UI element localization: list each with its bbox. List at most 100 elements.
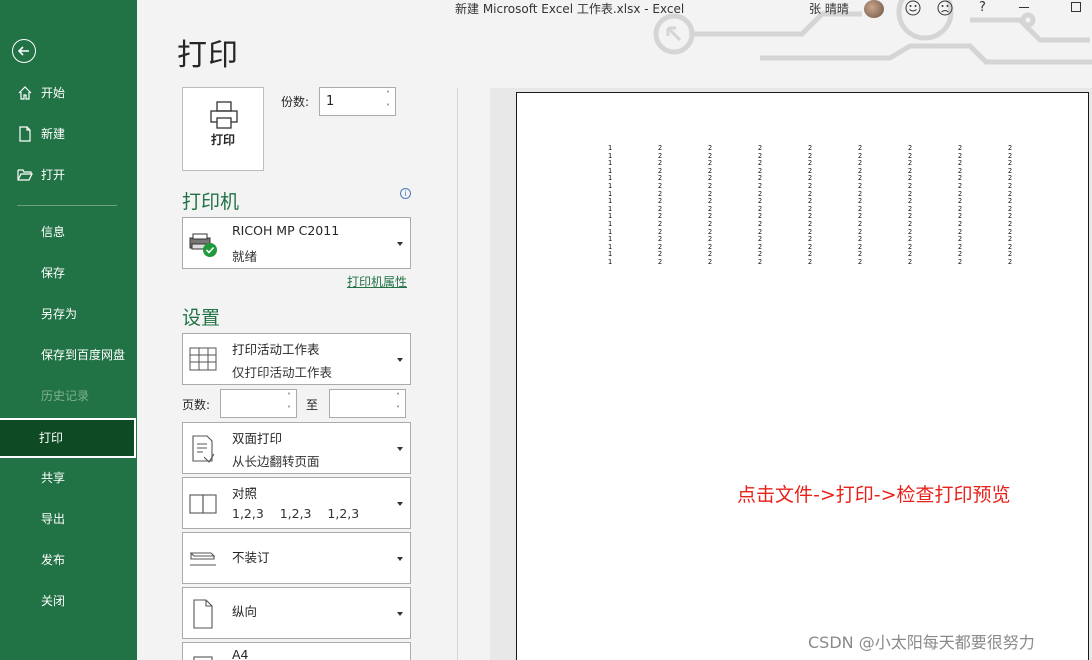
window-title: 新建 Microsoft Excel 工作表.xlsx - Excel — [455, 2, 685, 16]
chevron-down-icon[interactable]: ˅ — [396, 405, 400, 414]
nav-item-history: 历史记录 — [0, 376, 137, 416]
pages-to-stepper[interactable]: ˄ ˅ — [329, 389, 406, 418]
printer-icon — [210, 101, 238, 129]
preview-data-column: 2222222222222222 — [757, 144, 763, 266]
collate-pages-icon — [189, 494, 217, 514]
copies-value: 1 — [326, 94, 335, 109]
worksheet-grid-icon — [189, 347, 217, 371]
chevron-up-icon[interactable]: ˄ — [396, 392, 400, 401]
nav-item-label: 新建 — [41, 127, 66, 141]
print-preview-page: 1111111111111111 2222222222222222 22222222… — [516, 92, 1089, 660]
pages-from-stepper[interactable]: ˄ ˅ — [220, 389, 297, 418]
dropdown-caret-icon — [397, 612, 403, 616]
minimize-button[interactable] — [1019, 7, 1029, 8]
nav-item-close[interactable]: 关闭 — [0, 581, 137, 621]
avatar[interactable] — [864, 0, 884, 18]
pages-label: 页数: — [182, 398, 211, 412]
preview-data-column: 2222222222222222 — [907, 144, 913, 266]
page-title: 打印 — [177, 38, 239, 73]
printer-properties-link[interactable]: 打印机属性 — [347, 273, 407, 290]
printer-name: RICOH MP C2011 — [232, 223, 340, 238]
nav-item-save[interactable]: 保存 — [0, 253, 137, 293]
stapler-icon — [189, 552, 216, 566]
dropdown-caret-icon — [397, 242, 403, 246]
nav-item-publish[interactable]: 发布 — [0, 540, 137, 580]
duplex-dropdown[interactable]: 双面打印 从长边翻转页面 — [182, 422, 411, 474]
nav-item-save-as[interactable]: 另存为 — [0, 294, 137, 334]
chevron-up-icon[interactable]: ˄ — [386, 90, 390, 99]
dropdown-caret-icon — [397, 358, 403, 362]
print-what-dropdown[interactable]: 打印活动工作表 仅打印活动工作表 — [182, 333, 411, 385]
nav-item-label: 开始 — [41, 86, 66, 100]
preview-data-column: 2222222222222222 — [857, 144, 863, 266]
paper-size-dropdown[interactable]: A4 — [182, 642, 411, 660]
collate-dropdown[interactable]: 对照 1,2,3 1,2,3 1,2,3 — [182, 477, 411, 529]
settings-section-title: 设置 — [182, 307, 221, 329]
nav-item-label: 保存到百度网盘 — [41, 348, 126, 362]
preview-data-column: 2222222222222222 — [807, 144, 813, 266]
duplex-value: 双面打印 — [232, 431, 283, 446]
orientation-dropdown[interactable]: 纵向 — [182, 587, 411, 639]
info-icon[interactable]: i — [400, 188, 411, 199]
nav-item-label: 打开 — [41, 168, 66, 182]
duplex-page-icon — [192, 435, 215, 463]
help-button[interactable]: ? — [979, 0, 986, 15]
nav-item-label: 信息 — [41, 225, 66, 239]
collate-description: 1,2,3 1,2,3 1,2,3 — [232, 506, 360, 521]
print-what-description: 仅打印活动工作表 — [232, 365, 333, 380]
panel-divider — [457, 88, 458, 660]
orientation-value: 纵向 — [232, 604, 258, 619]
maximize-button[interactable] — [1071, 2, 1081, 12]
nav-item-new[interactable]: 新建 — [0, 114, 137, 154]
print-button[interactable]: 打印 — [182, 87, 264, 171]
dropdown-caret-icon — [397, 502, 403, 506]
sidebar-divider — [17, 205, 117, 206]
dropdown-caret-icon — [397, 447, 403, 451]
pages-to-label: 至 — [306, 398, 319, 412]
copies-label: 份数: — [281, 95, 310, 109]
printer-section-title: 打印机 — [182, 191, 240, 213]
nav-item-open[interactable]: 打开 — [0, 155, 137, 195]
print-what-value: 打印活动工作表 — [232, 342, 320, 357]
nav-item-share[interactable]: 共享 — [0, 458, 137, 498]
nav-item-label: 历史记录 — [41, 389, 90, 403]
preview-data-column: 1111111111111111 — [607, 144, 613, 266]
chevron-up-icon[interactable]: ˄ — [287, 392, 291, 401]
nav-item-label: 发布 — [41, 553, 66, 567]
duplex-description: 从长边翻转页面 — [232, 454, 320, 469]
frown-feedback-icon[interactable] — [937, 0, 953, 16]
nav-item-export[interactable]: 导出 — [0, 499, 137, 539]
portrait-page-icon — [193, 599, 213, 629]
new-document-icon — [19, 126, 31, 142]
nav-item-label: 关闭 — [41, 594, 66, 608]
staple-dropdown[interactable]: 不装订 — [182, 532, 411, 584]
preview-data-column: 2222222222222222 — [707, 144, 713, 266]
back-arrow-icon[interactable] — [12, 39, 36, 63]
nav-item-label: 打印 — [39, 431, 64, 445]
smile-feedback-icon[interactable] — [905, 0, 921, 16]
collate-value: 对照 — [232, 486, 258, 501]
nav-item-info[interactable]: 信息 — [0, 212, 137, 252]
open-folder-icon — [17, 169, 33, 181]
nav-item-label: 共享 — [41, 471, 66, 485]
nav-item-save-to-baidu[interactable]: 保存到百度网盘 — [0, 335, 137, 375]
nav-item-print[interactable]: 打印 — [0, 418, 136, 458]
nav-item-label: 另存为 — [41, 307, 78, 321]
printer-dropdown[interactable]: RICOH MP C2011 就绪 — [182, 217, 411, 269]
staple-value: 不装订 — [232, 550, 270, 565]
watermark: CSDN @小太阳每天都要很努力 — [808, 633, 1035, 652]
copies-stepper[interactable]: 1 ˄ ˅ — [319, 87, 396, 116]
chevron-down-icon[interactable]: ˅ — [386, 103, 390, 112]
title-bar: 新建 Microsoft Excel 工作表.xlsx - Excel 张 晴晴… — [137, 0, 1092, 18]
printer-ready-icon — [189, 233, 217, 257]
annotation-text: 点击文件->打印->检查打印预览 — [737, 484, 1011, 506]
preview-data-column: 2222222222222222 — [657, 144, 663, 266]
dropdown-caret-icon — [397, 557, 403, 561]
nav-item-home[interactable]: 开始 — [0, 73, 137, 113]
printer-status: 就绪 — [232, 249, 258, 264]
nav-item-label: 导出 — [41, 512, 66, 526]
user-name[interactable]: 张 晴晴 — [809, 0, 849, 17]
chevron-down-icon[interactable]: ˅ — [287, 405, 291, 414]
paper-size-value: A4 — [232, 647, 249, 660]
backstage-sidebar: 开始 新建 打开 信息 保存 另存为 保存到百度网盘 历史记录 打印 共享 导出… — [0, 0, 137, 660]
